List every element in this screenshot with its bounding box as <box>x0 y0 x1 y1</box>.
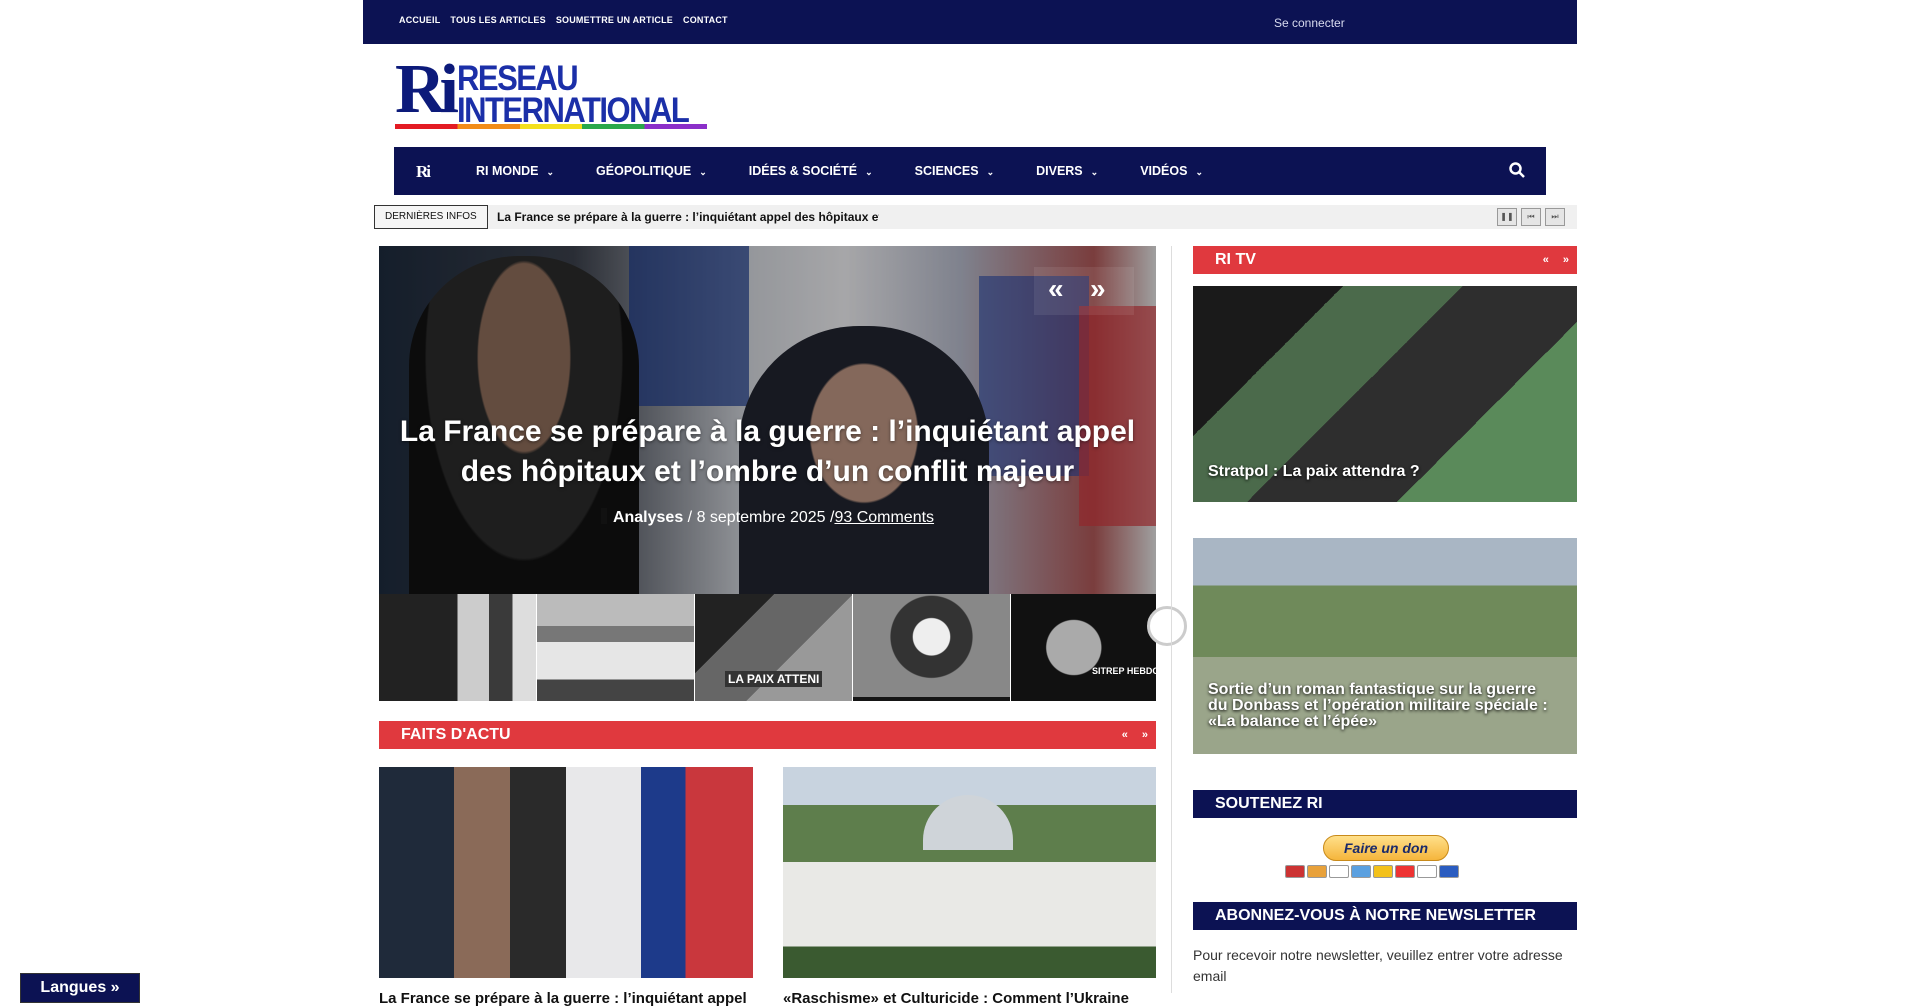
home-icon[interactable]: Ri <box>416 162 431 182</box>
next-icon[interactable]: ⏭ <box>1545 208 1565 226</box>
hero-slider[interactable]: « » La France se prépare à la guerre : l… <box>379 246 1156 594</box>
nav-item-label: VIDÉOS <box>1140 164 1188 178</box>
slider-thumbnails: LA PAIX ATTENI SITREP HEBDO <box>379 594 1156 701</box>
video-card[interactable]: Stratpol : La paix attendra ? <box>1193 286 1577 502</box>
nav-item-videos[interactable]: VIDÉOS ⌄ <box>1140 164 1203 178</box>
thumbnail-caption: SITREP HEBDO <box>1092 666 1156 676</box>
nav-item-label: IDÉES & SOCIÉTÉ <box>748 164 858 178</box>
slider-thumbnail[interactable]: LA PAIX ATTENI <box>695 594 852 701</box>
top-bar: ACCUEIL TOUS LES ARTICLES SOUMETTRE UN A… <box>363 0 1577 44</box>
site-logo[interactable]: Ri RESEAU INTERNATIONAL <box>395 51 707 132</box>
previous-icon[interactable]: ⏮ <box>1521 208 1541 226</box>
hero-title[interactable]: La France se prépare à la guerre : l’inq… <box>389 412 1146 492</box>
video-caption: Stratpol : La paix attendra ? <box>1208 463 1420 480</box>
language-button[interactable]: Langues » <box>20 973 140 1003</box>
chevron-down-icon: ⌄ <box>865 167 873 177</box>
chevron-down-icon: ⌄ <box>699 167 707 177</box>
slider-thumbnail[interactable] <box>379 594 536 701</box>
nav-item-label: DIVERS <box>1036 164 1083 178</box>
donate-button[interactable]: Faire un don <box>1323 835 1449 861</box>
news-ticker: DERNIÈRES INFOS La France se prépare à l… <box>374 205 1577 229</box>
payment-cards-icon <box>1285 865 1459 878</box>
top-nav-tous-les-articles[interactable]: TOUS LES ARTICLES <box>450 15 545 25</box>
section-header-soutenez: SOUTENEZ RI <box>1193 790 1577 818</box>
nav-item-geopolitique[interactable]: GÉOPOLITIQUE ⌄ <box>596 164 707 178</box>
section-nav: «» <box>1529 246 1569 274</box>
hero-category[interactable]: Analyses <box>613 509 683 526</box>
nav-item-label: SCIENCES <box>914 164 979 178</box>
slider-thumbnail[interactable] <box>537 594 694 701</box>
section-next-icon[interactable]: » <box>1142 729 1148 741</box>
slider-next-icon[interactable]: » <box>1090 273 1106 305</box>
section-next-icon[interactable]: » <box>1563 254 1569 266</box>
top-nav: ACCUEIL TOUS LES ARTICLES SOUMETTRE UN A… <box>399 15 728 25</box>
main-nav: Ri RI MONDE ⌄ GÉOPOLITIQUE ⌄ IDÉES & SOCIÉ… <box>394 147 1546 195</box>
login-link[interactable]: Se connecter <box>1274 16 1345 30</box>
chevron-down-icon: ⌄ <box>546 167 555 177</box>
hero-meta: Analyses / 8 septembre 2025 /93 Comments <box>379 508 1156 527</box>
page: ACCUEIL TOUS LES ARTICLES SOUMETTRE UN A… <box>363 0 1577 1007</box>
top-nav-soumettre[interactable]: SOUMETTRE UN ARTICLE <box>556 15 673 25</box>
section-title: SOUTENEZ RI <box>1215 795 1323 812</box>
slider-thumbnail[interactable] <box>853 594 1010 701</box>
section-prev-icon[interactable]: « <box>1122 729 1128 741</box>
ticker-label: DERNIÈRES INFOS <box>374 205 488 229</box>
thumbnail-next-button[interactable] <box>1147 606 1187 646</box>
article-image[interactable] <box>379 767 753 978</box>
nav-item-label: GÉOPOLITIQUE <box>596 164 692 178</box>
slider-thumbnail[interactable]: SITREP HEBDO <box>1011 594 1156 701</box>
video-card[interactable]: Sortie d’un roman fantastique sur la gue… <box>1193 538 1577 754</box>
section-header-faits-actu: FAITS D'ACTU «» <box>379 721 1156 749</box>
ticker-headline[interactable]: La France se prépare à la guerre : l’inq… <box>497 210 879 224</box>
column-divider <box>1171 246 1172 993</box>
search-icon[interactable] <box>1508 161 1526 179</box>
nav-item-divers[interactable]: DIVERS ⌄ <box>1036 164 1098 178</box>
newsletter-text: Pour recevoir notre newsletter, veuillez… <box>1193 947 1563 984</box>
hero-date: / 8 septembre 2025 <box>687 509 826 526</box>
slider-arrows: « » <box>1034 267 1134 315</box>
article-image-dome <box>923 795 1013 850</box>
section-nav: «» <box>1108 721 1148 749</box>
top-nav-contact[interactable]: CONTACT <box>683 15 728 25</box>
section-title: RI TV <box>1215 251 1256 268</box>
thumbnail-caption: LA PAIX ATTENI <box>725 671 823 687</box>
nav-item-sciences[interactable]: SCIENCES ⌄ <box>915 164 994 178</box>
category-mark <box>600 508 607 524</box>
logo-mark: Ri <box>395 51 459 128</box>
slider-prev-icon[interactable]: « <box>1048 273 1064 305</box>
chevron-down-icon: ⌄ <box>1195 167 1203 177</box>
section-title: FAITS D'ACTU <box>401 726 511 743</box>
section-header-ri-tv: RI TV «» <box>1193 246 1577 274</box>
nav-item-ri-monde[interactable]: RI MONDE ⌄ <box>476 164 554 178</box>
top-nav-accueil[interactable]: ACCUEIL <box>399 15 440 25</box>
section-title: ABONNEZ-VOUS À NOTRE NEWSLETTER <box>1215 907 1536 924</box>
hero-comments[interactable]: 93 Comments <box>834 509 934 526</box>
pause-icon[interactable]: ❚❚ <box>1497 208 1517 226</box>
section-header-newsletter: ABONNEZ-VOUS À NOTRE NEWSLETTER <box>1193 902 1577 930</box>
section-prev-icon[interactable]: « <box>1543 254 1549 266</box>
ticker-controls: ❚❚ ⏮ ⏭ <box>1497 208 1565 226</box>
article-image[interactable] <box>783 767 1156 978</box>
nav-item-label: RI MONDE <box>476 164 539 178</box>
nav-item-idees-societe[interactable]: IDÉES & SOCIÉTÉ ⌄ <box>749 164 873 178</box>
logo-rainbow-bar <box>395 124 707 129</box>
video-caption: Sortie d’un roman fantastique sur la gue… <box>1208 681 1548 730</box>
main-nav-items: RI MONDE ⌄ GÉOPOLITIQUE ⌄ IDÉES & SOCIÉTÉ ⌄… <box>476 164 1245 178</box>
chevron-down-icon: ⌄ <box>1090 167 1099 177</box>
chevron-down-icon: ⌄ <box>986 167 995 177</box>
